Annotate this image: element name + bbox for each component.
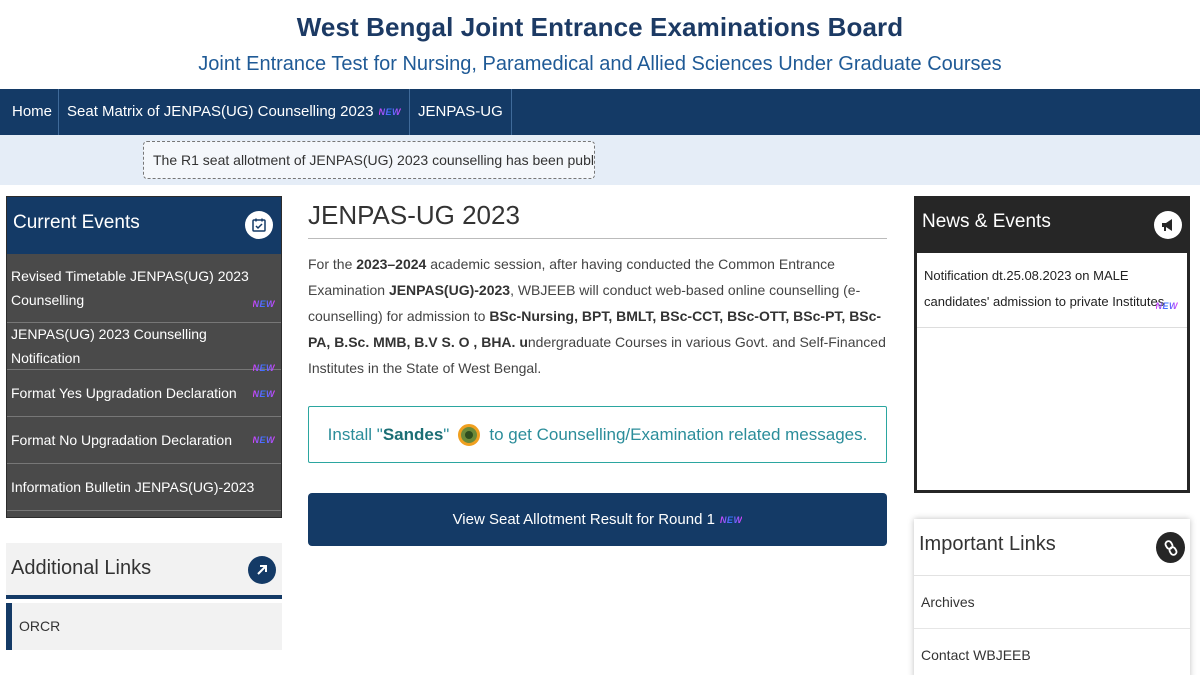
new-badge: NEW	[253, 292, 276, 316]
new-badge: NEW	[379, 89, 402, 135]
current-event-item[interactable]: Format Yes Upgradation Declaration NEW	[7, 370, 281, 417]
current-event-label: Format Yes Upgradation Declaration	[11, 385, 237, 401]
additional-links-panel: Additional Links ORCR	[6, 543, 282, 675]
current-events-title: Current Events	[13, 212, 140, 233]
news-events-panel: News & Events Notification dt.25.08.2023…	[914, 196, 1190, 493]
new-badge: NEW	[253, 428, 276, 452]
current-event-item[interactable]: Information Bulletin JENPAS(UG)-2023	[7, 464, 281, 511]
sandes-install-banner[interactable]: Install " Sandes " to get Counselling/Exam…	[308, 406, 887, 463]
current-event-label: JENPAS(UG) 2023 Counselling Notification	[11, 326, 207, 366]
current-events-header: Current Events	[7, 197, 281, 254]
current-event-label: Information Bulletin JENPAS(UG)-2023	[11, 479, 255, 495]
site-header: West Bengal Joint Entrance Examinations …	[0, 0, 1200, 88]
nav-home[interactable]: Home	[0, 89, 60, 135]
link-icon	[1156, 532, 1185, 563]
new-badge: NEW	[1156, 293, 1179, 319]
calendar-check-icon	[245, 211, 273, 239]
megaphone-icon	[1154, 211, 1182, 239]
nav-seat-matrix[interactable]: Seat Matrix of JENPAS(UG) Counselling 20…	[59, 89, 411, 135]
current-events-panel: Current Events Revised Timetable JENPAS(…	[6, 196, 282, 518]
main-nav: Home Seat Matrix of JENPAS(UG) Counselli…	[0, 89, 1200, 135]
sandes-logo-icon	[458, 423, 481, 446]
intro-paragraph: For the 2023–2024 academic session, afte…	[308, 256, 886, 376]
additional-links-title: Additional Links	[11, 557, 152, 579]
additional-links-header: Additional Links	[6, 543, 282, 599]
nav-jenpas-ug-label: JENPAS-UG	[418, 103, 503, 120]
external-link-icon	[248, 556, 276, 584]
new-badge: NEW	[719, 514, 743, 525]
nav-home-label: Home	[12, 103, 53, 120]
important-links-title: Important Links	[919, 533, 1056, 555]
current-event-item[interactable]: Format No Upgradation Declaration NEW	[7, 417, 281, 464]
news-events-title: News & Events	[922, 211, 1051, 232]
view-seat-allotment-button[interactable]: View Seat Allotment Result for Round 1 N…	[308, 493, 887, 546]
announcement-bar: The R1 seat allotment of JENPAS(UG) 2023…	[0, 135, 1200, 185]
additional-link-item[interactable]: ORCR	[6, 603, 282, 650]
nav-jenpas-ug[interactable]: JENPAS-UG	[410, 89, 512, 135]
main-content: JENPAS-UG 2023 For the 2023–2024 academi…	[308, 196, 887, 546]
important-link-archives[interactable]: Archives	[914, 576, 1190, 629]
current-event-label: Revised Timetable JENPAS(UG) 2023 Counse…	[11, 268, 249, 308]
news-events-header: News & Events	[917, 196, 1187, 253]
news-item[interactable]: Notification dt.25.08.2023 on MALE candi…	[917, 253, 1187, 328]
important-links-panel: Important Links Archives Contact WBJEEB	[914, 519, 1190, 675]
page-title: JENPAS-UG 2023	[308, 196, 887, 239]
new-badge: NEW	[253, 382, 276, 406]
current-event-item[interactable]: JENPAS(UG) 2023 Counselling Notification…	[7, 323, 281, 373]
important-links-header: Important Links	[914, 519, 1190, 576]
current-event-item[interactable]: Revised Timetable JENPAS(UG) 2023 Counse…	[7, 254, 281, 323]
important-link-contact[interactable]: Contact WBJEEB	[914, 629, 1190, 675]
nav-seat-matrix-label: Seat Matrix of JENPAS(UG) Counselling 20…	[67, 103, 374, 120]
site-title: West Bengal Joint Entrance Examinations …	[296, 12, 904, 42]
announcement-ticker[interactable]: The R1 seat allotment of JENPAS(UG) 2023…	[143, 141, 595, 179]
current-event-label: Format No Upgradation Declaration	[11, 432, 232, 448]
site-subtitle: Joint Entrance Test for Nursing, Paramed…	[198, 53, 1002, 75]
